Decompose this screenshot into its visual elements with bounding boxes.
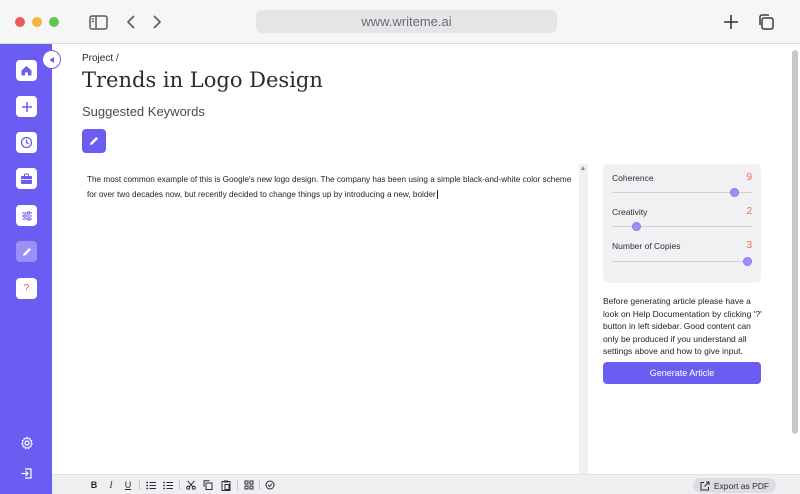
sidebar-item-settings[interactable] (16, 432, 37, 453)
sidebar-item-help[interactable]: ? (16, 278, 37, 299)
url-text: www.writeme.ai (361, 14, 452, 29)
editor-scrollbar[interactable] (579, 164, 588, 474)
browser-chrome: www.writeme.ai (0, 0, 800, 44)
generate-article-button[interactable]: Generate Article (603, 362, 761, 384)
sidebar-item-new[interactable] (16, 96, 37, 117)
sidebar-item-home[interactable] (16, 60, 37, 81)
toolbar-divider (139, 480, 140, 490)
cut-button[interactable] (185, 479, 197, 491)
coherence-slider-thumb[interactable] (729, 188, 739, 197)
clipboard-icon (221, 480, 231, 491)
coherence-slider[interactable] (612, 188, 752, 197)
sidebar: ? (0, 44, 52, 494)
spellcheck-button[interactable] (264, 479, 276, 491)
settings-panel: Coherence 9 Creativity 2 Number of Copie… (603, 164, 761, 283)
pencil-icon (22, 247, 31, 256)
plus-icon (21, 101, 32, 112)
copies-value: 3 (746, 240, 752, 251)
copy-icon (203, 480, 213, 490)
paste-button[interactable] (220, 479, 232, 491)
text-caret (436, 190, 438, 200)
clear-format-button[interactable] (243, 479, 255, 491)
italic-button[interactable]: I (105, 479, 117, 491)
copy-button[interactable] (202, 479, 214, 491)
copies-slider-thumb[interactable] (743, 257, 752, 266)
sliders-icon (21, 210, 32, 221)
toolbar-divider (179, 480, 180, 490)
copies-slider[interactable] (612, 257, 752, 266)
bullet-list-button[interactable] (145, 479, 157, 491)
creativity-slider-thumb[interactable] (631, 222, 641, 231)
keywords-label: Suggested Keywords (82, 104, 205, 119)
clock-icon (20, 136, 33, 149)
toolbar-divider (237, 480, 238, 490)
sidebar-item-logout[interactable] (16, 463, 37, 484)
creativity-slider[interactable] (612, 222, 752, 231)
page-title: Trends in Logo Design (82, 68, 323, 92)
check-circle-icon (265, 480, 275, 490)
underline-button[interactable]: U (122, 479, 134, 491)
gear-icon (20, 435, 33, 449)
new-tab-icon[interactable] (720, 11, 742, 33)
article-editor[interactable]: The most common example of this is Googl… (82, 164, 579, 474)
sidebar-item-history[interactable] (16, 132, 37, 153)
numbered-list-icon (163, 481, 173, 489)
sidebar-item-editor[interactable] (16, 241, 37, 262)
url-bar[interactable]: www.writeme.ai (256, 10, 557, 33)
briefcase-icon (21, 173, 32, 184)
pencil-icon (90, 137, 98, 145)
page-scrollbar-thumb[interactable] (792, 50, 798, 434)
numbered-list-button[interactable] (162, 479, 174, 491)
logout-icon (21, 468, 32, 479)
format-toolbar: B I U Export as PDF (52, 474, 800, 494)
coherence-value: 9 (746, 172, 752, 183)
window-minimize-button[interactable] (32, 17, 42, 27)
collapse-sidebar-button[interactable] (42, 50, 61, 69)
creativity-label: Creativity (612, 207, 648, 217)
export-pdf-label: Export as PDF (713, 480, 770, 491)
page-scrollbar[interactable] (790, 44, 800, 474)
export-pdf-button[interactable]: Export as PDF (693, 478, 776, 493)
window-close-button[interactable] (15, 17, 25, 27)
question-icon: ? (23, 283, 30, 294)
breadcrumb[interactable]: Project / (82, 53, 119, 64)
window-maximize-button[interactable] (49, 17, 59, 27)
sidebar-item-settings-sliders[interactable] (16, 205, 37, 226)
edit-keywords-button[interactable] (82, 129, 106, 153)
home-icon (21, 66, 32, 76)
toolbar-divider (259, 480, 260, 490)
creativity-value: 2 (746, 206, 752, 217)
sidebar-toggle-icon[interactable] (87, 11, 109, 33)
coherence-label: Coherence (612, 173, 654, 183)
external-link-icon (700, 481, 710, 490)
back-icon[interactable] (120, 11, 142, 33)
editor-text: The most common example of this is Googl… (87, 175, 572, 199)
copies-label: Number of Copies (612, 241, 681, 251)
editor-content[interactable]: The most common example of this is Googl… (87, 172, 575, 202)
bold-button[interactable]: B (88, 479, 100, 491)
caret-left-icon (49, 56, 54, 63)
format-icon (244, 480, 254, 490)
bullet-list-icon (146, 481, 156, 489)
forward-icon[interactable] (146, 11, 168, 33)
scissors-icon (186, 480, 196, 490)
help-text: Before generating article please have a … (603, 296, 762, 356)
sidebar-item-projects[interactable] (16, 168, 37, 189)
tabs-overview-icon[interactable] (755, 11, 777, 33)
scroll-up-arrow-icon[interactable] (581, 166, 585, 170)
